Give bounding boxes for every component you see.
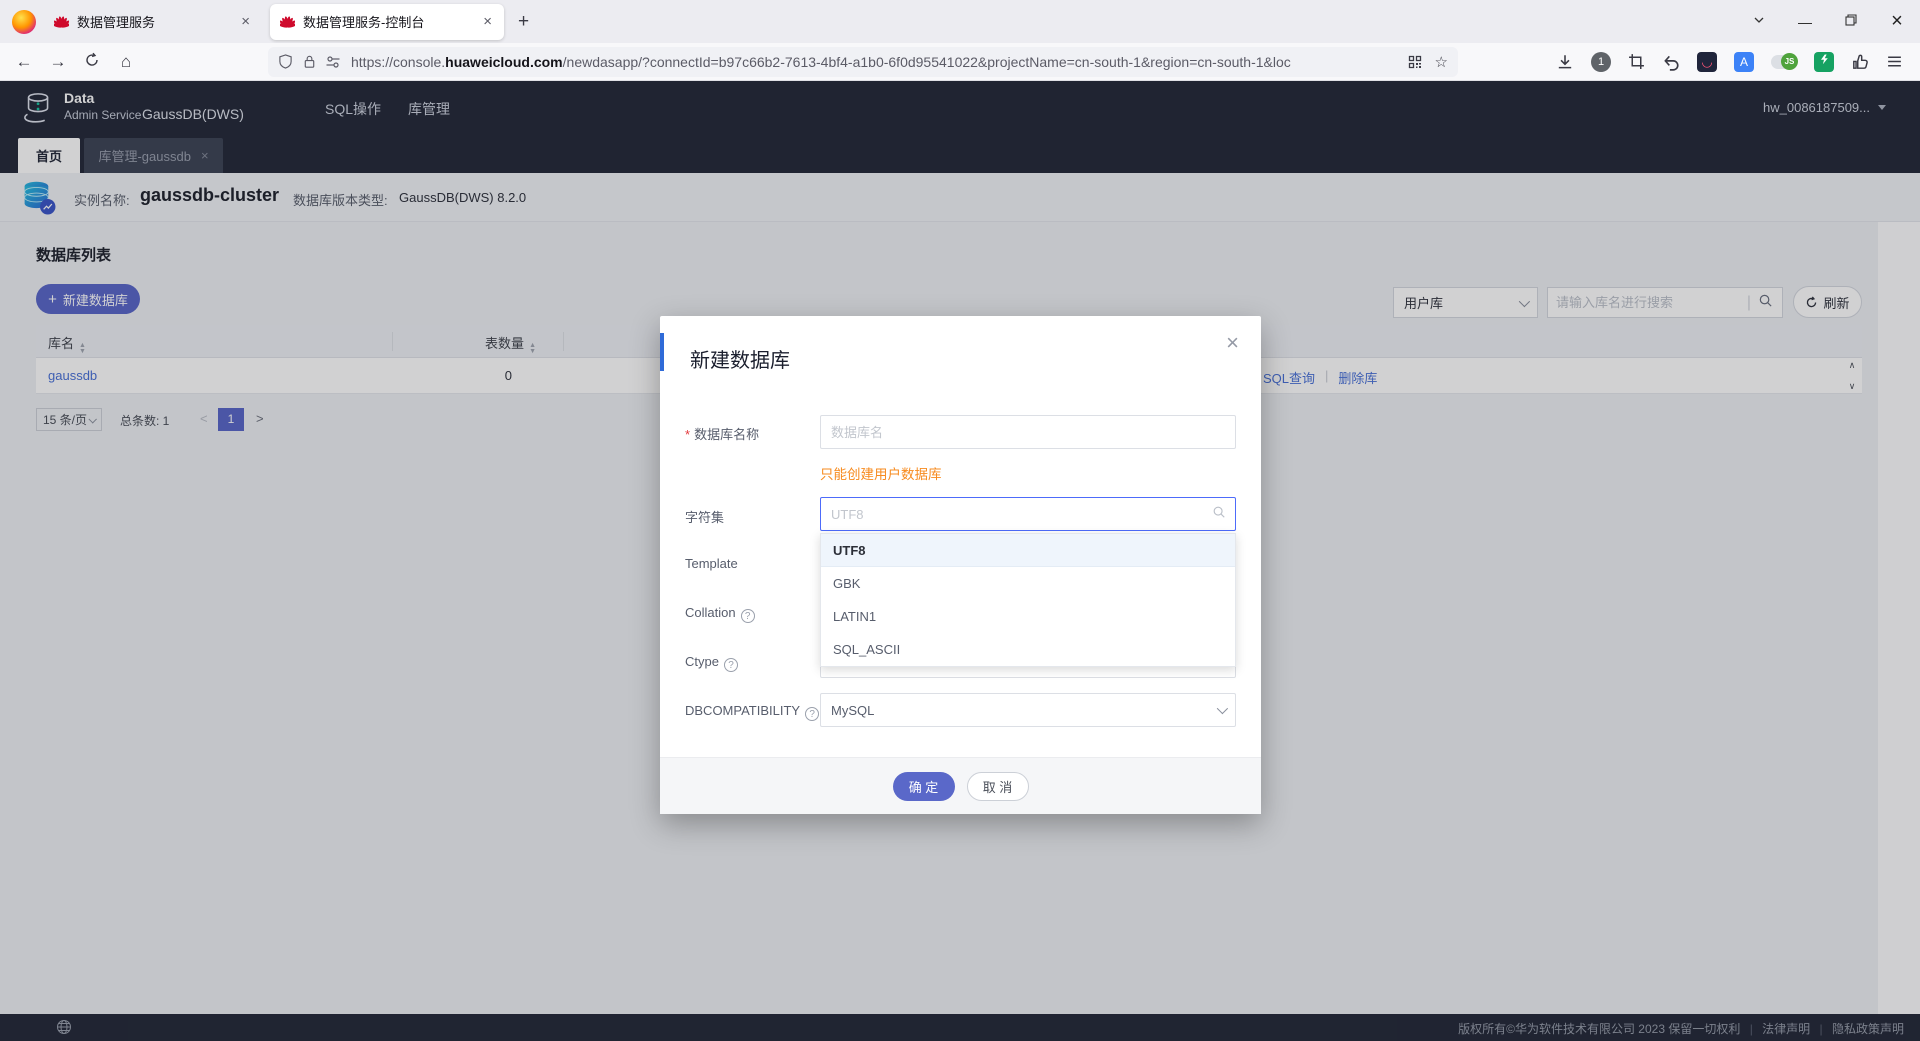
bookmark-star-icon[interactable]: ☆ bbox=[1435, 53, 1448, 71]
dropdown-option-gbk[interactable]: GBK bbox=[821, 567, 1235, 600]
forward-icon[interactable]: → bbox=[48, 52, 68, 72]
lock-icon[interactable] bbox=[302, 54, 317, 69]
url-path: /newdasapp/?connectId=b97c66b2-7613-4bf4… bbox=[563, 54, 1291, 70]
db-name-input[interactable] bbox=[821, 425, 1235, 440]
huawei-logo-icon bbox=[280, 15, 295, 29]
chevron-down-icon bbox=[1217, 703, 1228, 714]
dropdown-option-sql-ascii[interactable]: SQL_ASCII bbox=[821, 633, 1235, 666]
close-tab-icon[interactable]: × bbox=[481, 13, 494, 30]
browser-tab-title: 数据管理服务 bbox=[77, 12, 239, 31]
undo-icon[interactable] bbox=[1662, 53, 1680, 71]
url-domain: huaweicloud.com bbox=[445, 54, 562, 70]
extension-app-icon[interactable]: ◡ bbox=[1697, 52, 1717, 72]
modal-close-icon[interactable]: × bbox=[1226, 330, 1239, 356]
charset-dropdown: UTF8 GBK LATIN1 SQL_ASCII bbox=[820, 533, 1236, 667]
dbcompatibility-label: DBCOMPATIBILITY? bbox=[685, 703, 819, 721]
collation-label: Collation? bbox=[685, 605, 755, 623]
home-icon[interactable]: ⌂ bbox=[116, 52, 136, 72]
firefox-icon[interactable] bbox=[12, 10, 36, 34]
db-name-label: *数据库名称 bbox=[685, 424, 759, 443]
browser-tab-title: 数据管理服务-控制台 bbox=[303, 12, 481, 31]
help-icon[interactable]: ? bbox=[741, 609, 755, 623]
charset-label: 字符集 bbox=[685, 507, 724, 526]
ok-button[interactable]: 确 定 bbox=[893, 772, 955, 801]
close-window-icon[interactable]: × bbox=[1874, 10, 1920, 33]
create-database-modal: 新建数据库 × *数据库名称 只能创建用户数据库 字符集 Template Co… bbox=[660, 316, 1261, 814]
window-controls: — × bbox=[1736, 0, 1920, 43]
url-text[interactable]: https://console.huaweicloud.com/newdasap… bbox=[351, 54, 1407, 70]
huawei-logo-icon bbox=[54, 15, 69, 29]
browser-tab-console[interactable]: 数据管理服务-控制台 × bbox=[270, 4, 504, 40]
toolbar-extensions: 1 ◡ A JS bbox=[1556, 52, 1903, 72]
list-tabs-icon[interactable] bbox=[1736, 13, 1782, 31]
modal-title: 新建数据库 bbox=[690, 344, 790, 373]
search-icon bbox=[1212, 505, 1226, 524]
new-tab-button[interactable]: + bbox=[518, 11, 529, 33]
restore-icon[interactable] bbox=[1828, 13, 1874, 31]
translate-icon[interactable]: A bbox=[1734, 52, 1754, 72]
menu-hamburger-icon[interactable] bbox=[1886, 53, 1903, 70]
dbcompatibility-select[interactable]: MySQL bbox=[820, 693, 1236, 727]
ctype-label: Ctype? bbox=[685, 654, 738, 672]
back-icon[interactable]: ← bbox=[14, 52, 34, 72]
charset-field bbox=[820, 497, 1236, 531]
vpn-extension-icon[interactable] bbox=[1814, 52, 1834, 72]
screenshot-icon[interactable] bbox=[1628, 53, 1645, 70]
minimize-icon[interactable]: — bbox=[1782, 14, 1828, 30]
help-icon[interactable]: ? bbox=[724, 658, 738, 672]
title-accent-bar bbox=[660, 333, 664, 371]
dropdown-option-utf8[interactable]: UTF8 bbox=[821, 534, 1235, 567]
url-scheme: https://console. bbox=[351, 54, 445, 70]
extensions-puzzle-icon[interactable] bbox=[1851, 53, 1869, 71]
cancel-button[interactable]: 取 消 bbox=[967, 772, 1029, 801]
browser-tab-das[interactable]: 数据管理服务 × bbox=[44, 5, 262, 39]
permissions-icon[interactable] bbox=[325, 54, 341, 70]
browser-tab-strip: 数据管理服务 × 数据管理服务-控制台 × + — × bbox=[0, 0, 1920, 43]
screen: 数据管理服务 × 数据管理服务-控制台 × + — × ← → ⌂ https:… bbox=[0, 0, 1920, 1041]
browser-toolbar: ← → ⌂ https://console.huaweicloud.com/ne… bbox=[0, 43, 1920, 81]
warning-text: 只能创建用户数据库 bbox=[820, 463, 942, 483]
shield-icon[interactable] bbox=[278, 54, 293, 69]
downloads-icon[interactable] bbox=[1556, 53, 1574, 71]
js-toggle-icon[interactable]: JS bbox=[1771, 55, 1797, 69]
extension-badge-icon[interactable]: 1 bbox=[1591, 52, 1611, 72]
help-icon[interactable]: ? bbox=[805, 707, 819, 721]
url-bar[interactable]: https://console.huaweicloud.com/newdasap… bbox=[268, 47, 1458, 77]
dropdown-option-latin1[interactable]: LATIN1 bbox=[821, 600, 1235, 633]
modal-footer: 确 定 取 消 bbox=[660, 757, 1261, 814]
qr-code-icon[interactable] bbox=[1407, 54, 1423, 70]
template-label: Template bbox=[685, 556, 738, 571]
reload-icon[interactable] bbox=[82, 52, 102, 72]
db-name-field bbox=[820, 415, 1236, 449]
charset-input[interactable] bbox=[821, 507, 1212, 522]
required-asterisk: * bbox=[685, 427, 690, 442]
close-tab-icon[interactable]: × bbox=[239, 13, 252, 30]
